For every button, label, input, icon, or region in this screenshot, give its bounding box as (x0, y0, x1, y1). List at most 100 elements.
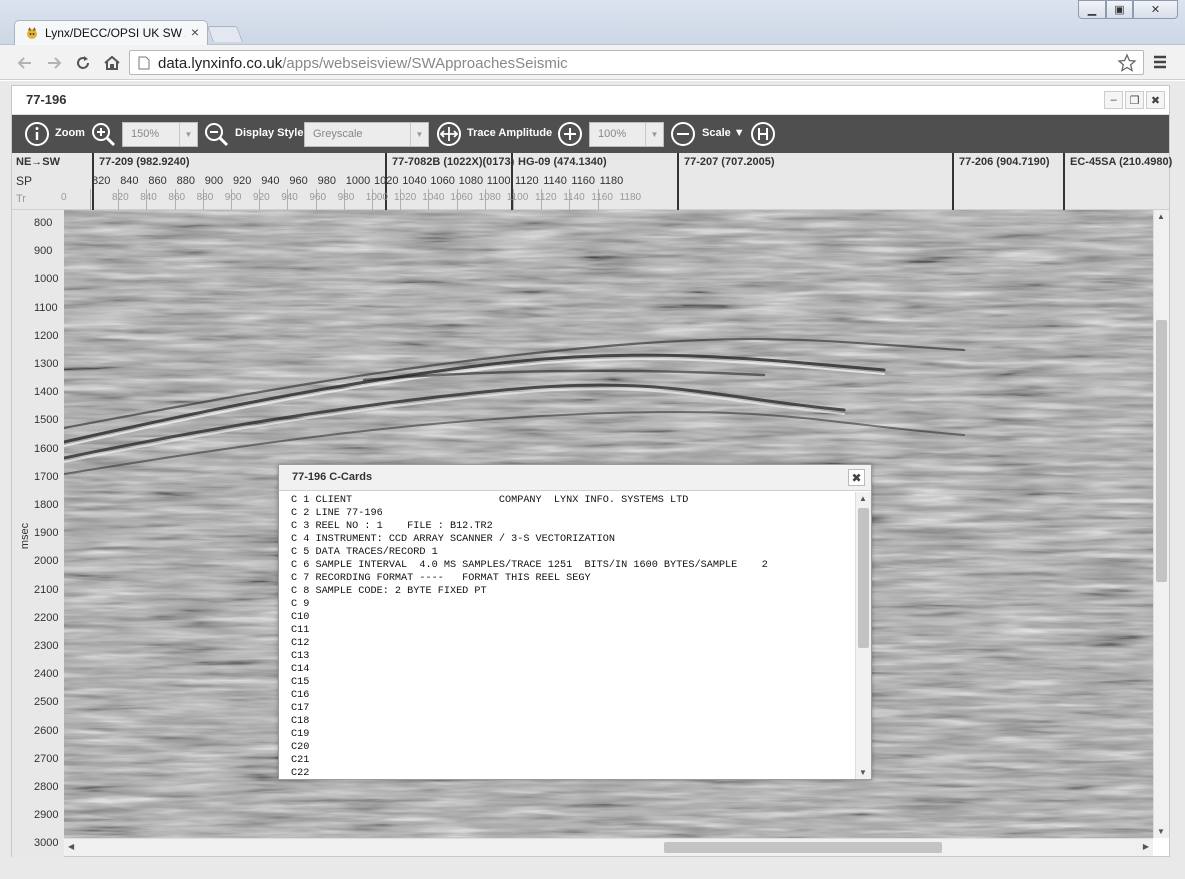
intersection-label: 77-209 (982.9240) (99, 156, 190, 168)
y-tick-label: 2200 (34, 611, 59, 624)
trace-amplitude-select[interactable]: 100% ▼ (589, 122, 664, 147)
browser-tab[interactable]: Lynx/DECC/OPSI UK SW A × (14, 20, 208, 45)
scroll-down-arrow-icon[interactable]: ▼ (1157, 827, 1165, 836)
zoom-in-icon[interactable] (90, 121, 116, 147)
tr-tick-label: 1000 (365, 192, 389, 203)
y-tick-label: 1700 (34, 470, 59, 483)
chevron-down-icon: ▼ (410, 123, 428, 146)
window-close-button[interactable]: ✕ (1133, 0, 1178, 19)
lynx-favicon-icon (27, 27, 37, 39)
viewer-toolbar: Zoom 150% ▼ Display Style Greyscale ▼ Trac… (12, 115, 1169, 153)
c-card-line: C17 (291, 703, 310, 714)
y-tick-label: 1100 (34, 301, 58, 314)
y-tick-label: 1200 (34, 329, 59, 342)
sp-tick-label: 1100 (486, 175, 511, 187)
tr-tick-label: 820 (112, 192, 129, 203)
intersection-marker[interactable]: 77-206 (904.7190) (952, 153, 1050, 210)
browser-menu-icon[interactable] (1152, 54, 1168, 70)
display-style-select[interactable]: Greyscale ▼ (304, 122, 429, 147)
scroll-left-arrow-icon[interactable]: ◀ (68, 842, 74, 851)
tr-tick-label: 960 (309, 192, 327, 203)
dialog-title: 77-196 C-Cards (292, 471, 373, 483)
tr-tick-label: 920 (253, 192, 270, 203)
y-tick-label: 2400 (34, 668, 59, 681)
intersection-marker[interactable]: 77-207 (707.2005) (677, 153, 775, 210)
vertical-scrollbar[interactable]: ▲ ▼ (1153, 210, 1169, 838)
c-card-line: C 7 RECORDING FORMAT ---- FORMAT THIS RE… (291, 573, 591, 584)
tr-tick-label: 1080 (478, 192, 501, 203)
dialog-header: 77-196 C-Cards ✖ (279, 465, 871, 491)
y-tick-label: 900 (34, 245, 53, 258)
tr-tick-label: 1140 (563, 192, 585, 203)
info-icon[interactable] (24, 121, 50, 147)
sp-tick-label: 820 (92, 175, 111, 187)
scroll-down-arrow-icon[interactable]: ▼ (859, 768, 867, 777)
intersection-label: HG-09 (474.1340) (518, 156, 607, 168)
dialog-scroll-thumb[interactable] (858, 508, 869, 648)
sp-tick-label: 1180 (599, 175, 624, 187)
horizontal-scrollbar[interactable]: ◀ ▶ (64, 838, 1153, 856)
new-tab-button[interactable] (207, 26, 243, 42)
tr-tick-label: 840 (140, 192, 157, 203)
address-bar[interactable]: data.lynxinfo.co.uk/apps/webseisview/SWA… (129, 50, 1144, 75)
scroll-right-arrow-icon[interactable]: ▶ (1143, 842, 1149, 851)
y-tick-label: 1500 (34, 414, 59, 427)
c-card-line: C14 (291, 664, 310, 675)
tr-tick-label: 980 (337, 192, 355, 203)
sp-tick-label: 980 (317, 175, 336, 187)
sp-tick-label: 940 (261, 175, 280, 187)
intersection-label: 77-207 (707.2005) (684, 156, 775, 168)
sp-tick-label: 920 (233, 175, 252, 187)
sp-tick-label: 1060 (430, 175, 455, 187)
back-arrow-icon[interactable] (14, 52, 36, 74)
horizontal-stretch-icon[interactable] (436, 121, 462, 147)
c-card-line: C11 (291, 625, 310, 636)
home-icon[interactable] (101, 52, 123, 74)
c-card-line: C 2 LINE 77-196 (291, 508, 383, 519)
horizontal-scroll-thumb[interactable] (664, 842, 942, 853)
browser-toolbar: data.lynxinfo.co.uk/apps/webseisview/SWA… (0, 45, 1185, 80)
viewer-close-button[interactable]: ✖ (1146, 91, 1165, 109)
y-tick-label: 3000 (34, 837, 59, 850)
intersection-marker[interactable]: EC-45SA (210.4980) (1063, 153, 1172, 210)
sp-tick-label: 1160 (571, 175, 596, 187)
c-card-line: C13 (291, 651, 310, 662)
y-tick-label: 1900 (34, 527, 59, 540)
window-minimize-button[interactable]: ▁ (1078, 0, 1106, 19)
trace-amplitude-label: Trace Amplitude (467, 127, 553, 139)
amplitude-decrease-icon[interactable] (670, 121, 696, 147)
scroll-up-arrow-icon[interactable]: ▲ (859, 494, 867, 503)
zoom-out-icon[interactable] (203, 121, 229, 147)
dialog-close-button[interactable]: ✖ (848, 469, 865, 486)
y-tick-label: 2800 (34, 781, 59, 793)
c-card-line: C16 (291, 690, 310, 701)
viewer-minimize-button[interactable]: – (1104, 91, 1123, 109)
bookmark-star-icon[interactable] (1117, 53, 1137, 73)
reload-icon[interactable] (72, 52, 94, 74)
tab-title: Lynx/DECC/OPSI UK SW A (45, 26, 185, 40)
y-tick-label: 2100 (34, 583, 59, 596)
page-icon (138, 56, 150, 70)
y-tick-label: 2700 (34, 752, 59, 765)
forward-arrow-icon[interactable] (43, 52, 65, 74)
tr-tick-label: 1040 (422, 192, 445, 203)
tab-close-icon[interactable]: × (191, 24, 199, 40)
c-cards-text: C 1 CLIENT COMPANY LYNX INFO. SYSTEMS LT… (279, 492, 855, 779)
zoom-select[interactable]: 150% ▼ (122, 122, 198, 147)
y-tick-label: 1400 (34, 386, 59, 399)
viewer-header: 77-196 – ❐ ✖ (12, 86, 1169, 115)
c-card-line: C 3 REEL NO : 1 FILE : B12.TR2 (291, 521, 493, 532)
y-tick-label: 2000 (34, 555, 59, 568)
amplitude-increase-icon[interactable] (557, 121, 583, 147)
help-icon[interactable] (750, 121, 776, 147)
scale-menu-button[interactable]: Scale ▼ (702, 127, 745, 139)
vertical-scroll-thumb[interactable] (1156, 320, 1167, 582)
tr-tick-label: 0 (61, 192, 67, 203)
c-card-line: C18 (291, 716, 310, 727)
viewer-title: 77-196 (26, 92, 67, 107)
window-maximize-button[interactable]: ▣ (1106, 0, 1133, 19)
dialog-scrollbar[interactable]: ▲ ▼ (855, 492, 871, 779)
y-axis-unit: msec (19, 522, 32, 550)
viewer-restore-button[interactable]: ❐ (1125, 91, 1144, 109)
scroll-up-arrow-icon[interactable]: ▲ (1157, 212, 1165, 221)
